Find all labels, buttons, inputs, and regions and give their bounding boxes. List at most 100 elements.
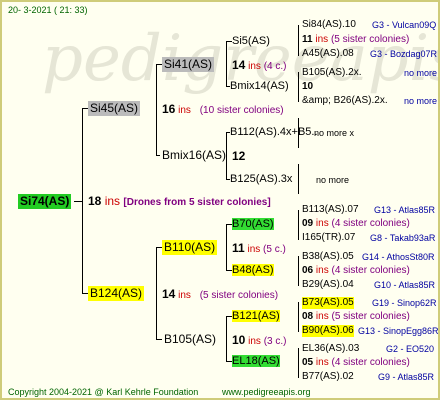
- g4-b29-link[interactable]: G10 - Atlas85R: [374, 279, 435, 291]
- g4-si84-ins: ins: [315, 34, 329, 45]
- g3-el18-summary: 05 ins (4 sister colonies): [302, 357, 410, 369]
- dam-sire-ins: ins: [247, 244, 261, 255]
- sire-ins: ins: [178, 105, 191, 116]
- dam-summary: 14 ins (5 sister colonies): [162, 288, 278, 302]
- connector: [156, 64, 157, 156]
- dam-sire-num: 11: [232, 241, 245, 255]
- dam-dam-ins: ins: [248, 336, 261, 347]
- footer-url[interactable]: www.pedigreeapis.org: [222, 386, 311, 398]
- g3-b121-summary: 08 ins (5 sister colonies): [302, 311, 410, 323]
- sire-num: 16: [162, 102, 176, 116]
- sire-sire-summary: 14 ins (4 c.): [232, 59, 287, 73]
- g4-b105x-link[interactable]: no more: [404, 67, 437, 79]
- g4-b105x[interactable]: B105(AS).2x.: [302, 67, 361, 79]
- g4-b73[interactable]: B73(AS).05: [302, 297, 354, 309]
- connector: [156, 247, 157, 340]
- sire-dam-num: 12: [232, 149, 246, 163]
- g3-b70-ins: ins: [315, 218, 329, 229]
- g4-b90[interactable]: B90(AS).06: [302, 325, 354, 337]
- g4-si84-note: (5 sister colonies): [330, 34, 410, 45]
- sire-sire-num: 14: [232, 58, 246, 72]
- g3-b48-summary: 06 ins (4 sister colonies): [302, 265, 410, 277]
- g4-i165[interactable]: I165(TR).07: [302, 232, 355, 244]
- connector: [226, 224, 227, 271]
- g3-b112[interactable]: B112(AS).4x+B5..: [230, 126, 318, 138]
- dam-ins: ins: [178, 290, 191, 301]
- g4-i165-link[interactable]: G8 - Takab93aR: [370, 232, 435, 244]
- g4-b26-link[interactable]: no more: [404, 95, 437, 107]
- g4-si84-num: 11: [302, 34, 313, 45]
- g3-b121-note: (5 sister colonies): [331, 311, 410, 322]
- dam-sire-summary: 11 ins (5 c.): [232, 242, 286, 256]
- g3-si5[interactable]: Si5(AS): [232, 35, 270, 47]
- dam-dam-queen[interactable]: B105(AS): [162, 332, 218, 347]
- pedigree-frame: pedigreeapis 20- 3-2021 ( 21: 33) Si74(A…: [0, 0, 440, 400]
- sire-note: (10 sister colonies): [199, 105, 284, 116]
- g3-el18-note: (4 sister colonies): [331, 357, 410, 368]
- g3-b48[interactable]: B48(AS): [232, 264, 274, 276]
- g3-b121-ins: ins: [315, 311, 329, 322]
- sire-sire-queen[interactable]: Si41(AS): [162, 57, 215, 72]
- dam-dam-num: 10: [232, 333, 246, 347]
- dam-dam-note: (3 c.): [263, 336, 287, 347]
- g4-b113-link[interactable]: G13 - Atlas85R: [374, 204, 435, 216]
- g4-el36-link[interactable]: G2 - EO520: [386, 343, 434, 355]
- g3-b70-num: 09: [302, 218, 314, 229]
- sire-dam-queen[interactable]: Bmix16(AS): [160, 148, 228, 163]
- g3-bmix14-num: 10: [302, 81, 314, 92]
- sire-summary: 16 ins (10 sister colonies): [162, 103, 284, 117]
- g3-b70-summary: 09 ins (4 sister colonies): [302, 218, 410, 230]
- g4-b26[interactable]: &amp; B26(AS).2x.: [302, 95, 388, 107]
- g4-si84[interactable]: Si84(AS).10: [302, 19, 356, 31]
- g4-b29[interactable]: B29(AS).04: [302, 279, 354, 291]
- sire-dam-summary: 12: [232, 150, 245, 164]
- connector: [226, 41, 227, 87]
- sire-queen[interactable]: Si45(AS): [88, 101, 141, 116]
- g3-b48-note: (4 sister colonies): [331, 265, 410, 276]
- g4-el36[interactable]: EL36(AS).03: [302, 343, 359, 355]
- root-summary: 18 ins [Drones from 5 sister colonies]: [88, 194, 271, 210]
- g4-a45-link[interactable]: G3 - Bozdag07R: [370, 48, 437, 60]
- g4-b38[interactable]: B38(AS).05: [302, 251, 354, 263]
- g4-si84-summary: 11 ins (5 sister colonies): [302, 34, 409, 46]
- header-date: 20- 3-2021 ( 21: 33): [8, 5, 88, 15]
- g3-el18-ins: ins: [315, 357, 329, 368]
- g3-b125[interactable]: B125(AS).3x: [230, 173, 292, 185]
- connector: [226, 316, 227, 362]
- g4-b90-link[interactable]: G13 - SinopEgg86R: [358, 325, 438, 337]
- dam-num: 14: [162, 287, 176, 301]
- g3-b121[interactable]: B121(AS): [232, 310, 280, 322]
- g3-b48-num: 06: [302, 265, 314, 276]
- g3-b125-extra: no more: [316, 175, 350, 185]
- g3-bmix14[interactable]: Bmix14(AS): [230, 80, 289, 92]
- g4-b77-link[interactable]: G9 - Atlas85R: [378, 371, 434, 383]
- connector: [298, 164, 299, 194]
- dam-sire-note: (5 c.): [263, 244, 286, 255]
- g4-b77[interactable]: B77(AS).02: [302, 371, 354, 383]
- g3-b70[interactable]: B70(AS): [232, 218, 274, 230]
- connector: [82, 108, 83, 294]
- g4-si84-link[interactable]: G3 - Vulcan09Q: [372, 19, 436, 31]
- dam-note: (5 sister colonies): [199, 290, 279, 301]
- root-num: 18: [88, 194, 102, 208]
- g3-el18-num: 05: [302, 357, 314, 368]
- dam-sire-queen[interactable]: B110(AS): [162, 240, 218, 255]
- connector: [298, 348, 299, 378]
- dam-dam-summary: 10 ins (3 c.): [232, 334, 287, 348]
- dam-queen[interactable]: B124(AS): [88, 286, 145, 301]
- g3-b48-ins: ins: [315, 265, 329, 276]
- root-queen[interactable]: Si74(AS): [18, 194, 72, 209]
- g3-b70-note: (4 sister colonies): [331, 218, 410, 229]
- root-ins: ins: [104, 194, 121, 208]
- g4-a45[interactable]: A45(AS).08: [302, 48, 354, 60]
- g4-b73-link[interactable]: G19 - Sinop62R: [372, 297, 437, 309]
- connector: [298, 256, 299, 286]
- g3-b112-extra: no more x: [314, 128, 355, 138]
- g4-b113[interactable]: B113(AS).07: [302, 204, 359, 216]
- g4-b38-link[interactable]: G14 - AthosSt80R: [362, 251, 435, 263]
- connector: [298, 302, 299, 332]
- footer-copyright: Copyright 2004-2021 @ Karl Kehrle Founda…: [8, 387, 199, 397]
- g3-el18[interactable]: EL18(AS): [232, 355, 280, 367]
- sire-sire-note: (4 c.): [263, 61, 287, 72]
- g3-b121-num: 08: [302, 311, 314, 322]
